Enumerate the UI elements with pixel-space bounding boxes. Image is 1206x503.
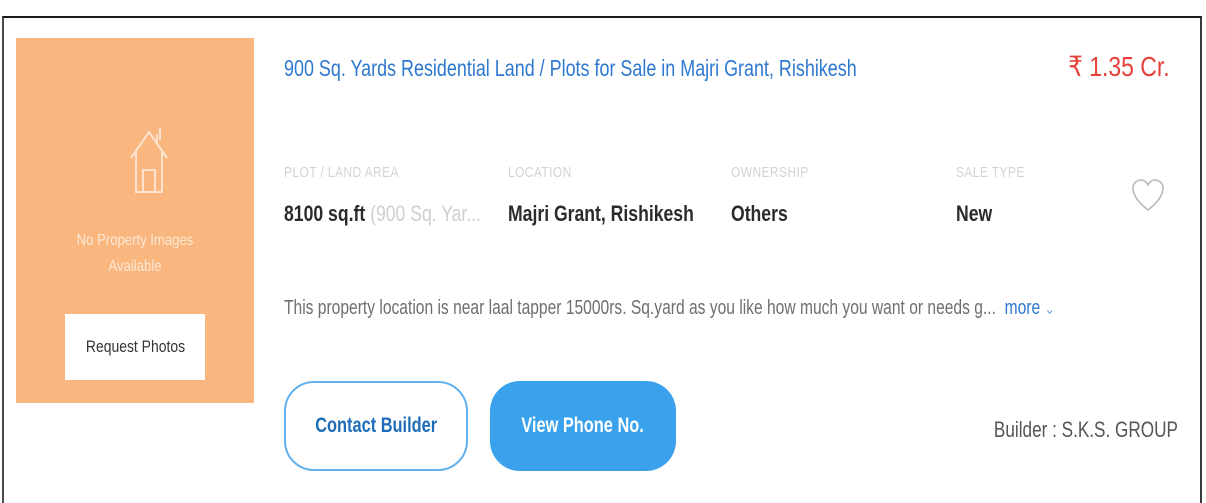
- listing-title-link[interactable]: 900 Sq. Yards Residential Land / Plots f…: [284, 55, 857, 82]
- request-photos-button[interactable]: Request Photos: [65, 314, 205, 380]
- no-images-text: No Property Images Available: [76, 232, 194, 275]
- property-image-placeholder[interactable]: No Property Images Available Request Pho…: [16, 38, 254, 403]
- fact-sale-type: SALE TYPE New: [956, 164, 1025, 227]
- fact-value: New: [956, 201, 993, 226]
- more-link[interactable]: more ⌄: [1005, 297, 1055, 319]
- fact-label: LOCATION: [508, 164, 572, 181]
- listing-price: ₹ 1.35 Cr.: [1068, 51, 1170, 82]
- fact-ownership: OWNERSHIP Others: [731, 164, 809, 227]
- fact-label: PLOT / LAND AREA: [284, 164, 399, 181]
- chevron-down-icon: ⌄: [1044, 301, 1055, 318]
- fact-plot-area: PLOT / LAND AREA 8100 sq.ft (900 Sq. Yar…: [284, 164, 481, 227]
- view-phone-button[interactable]: View Phone No.: [490, 381, 676, 471]
- house-icon: [130, 128, 168, 193]
- listing-description: This property location is near laal tapp…: [284, 297, 1055, 319]
- fact-location: LOCATION Majri Grant, Rishikesh: [508, 164, 694, 227]
- fact-label: SALE TYPE: [956, 164, 1025, 181]
- fact-secondary-value: (900 Sq. Yar...: [370, 201, 481, 226]
- fact-value: Majri Grant, Rishikesh: [508, 201, 694, 226]
- fact-value: 8100 sq.ft (900 Sq. Yar...: [284, 201, 481, 226]
- fact-label: OWNERSHIP: [731, 164, 809, 181]
- fact-value: Others: [731, 201, 788, 226]
- heart-icon[interactable]: [1131, 178, 1165, 214]
- contact-builder-button[interactable]: Contact Builder: [284, 381, 468, 471]
- builder-name: Builder : S.K.S. GROUP: [993, 417, 1178, 442]
